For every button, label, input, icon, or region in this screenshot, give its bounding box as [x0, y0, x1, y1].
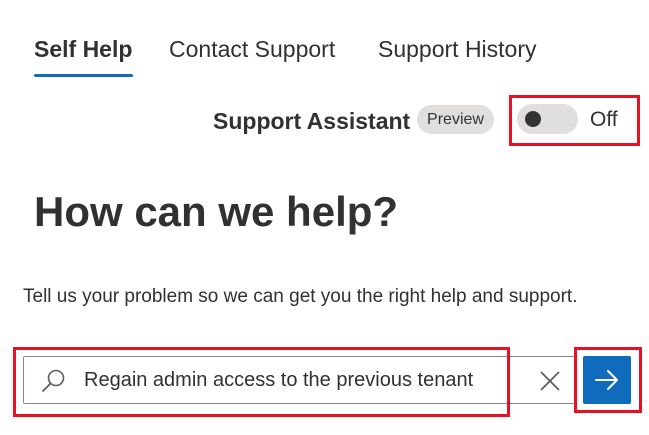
tab-support-history[interactable]: Support History [378, 34, 537, 64]
intro-text: Tell us your problem so we can get you t… [23, 286, 578, 307]
page-title: How can we help? [34, 188, 399, 235]
active-tab-indicator [34, 74, 133, 77]
tab-self-help[interactable]: Self Help [34, 34, 132, 64]
preview-badge: Preview [417, 105, 494, 134]
highlight-box-submit [574, 347, 642, 413]
close-icon[interactable] [538, 369, 562, 393]
tab-contact-support[interactable]: Contact Support [169, 34, 335, 64]
highlight-box-toggle [509, 95, 640, 146]
highlight-box-search [13, 347, 510, 417]
support-assistant-label: Support Assistant [213, 108, 411, 134]
